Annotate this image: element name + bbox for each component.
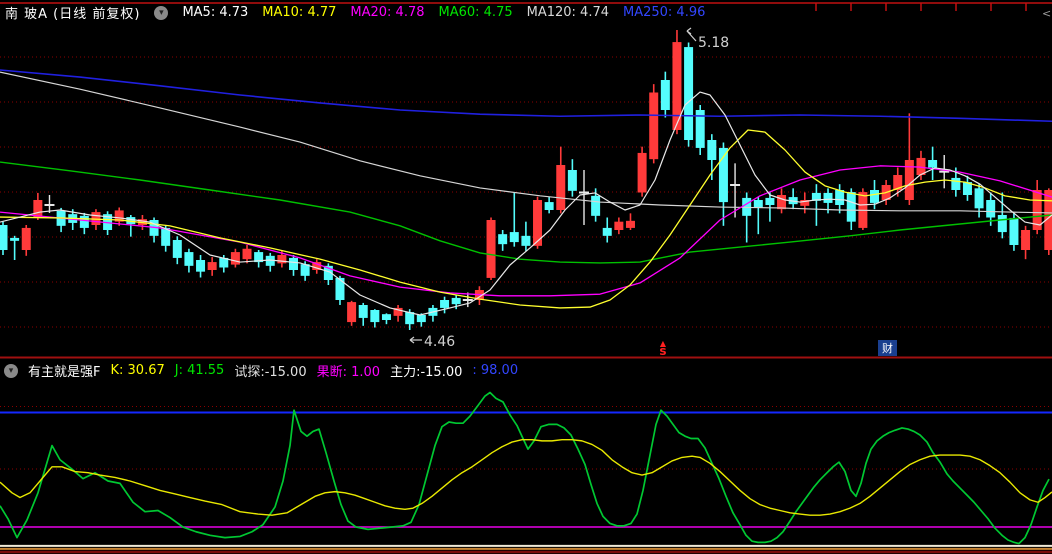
candle-body [823,192,833,203]
candle-body [498,234,508,245]
candle-body [347,302,357,323]
candle-body [370,310,380,323]
candle-body [974,188,984,209]
candle-body [904,160,914,201]
panel-series-K [0,439,1052,516]
money-marker-arrow-icon: ▲ [660,339,667,348]
wealth-badge-text: 财 [882,341,893,355]
ma20-label: MA20: 4.78 [350,5,425,20]
indicator-name[interactable]: 有主就是强F [28,361,100,380]
candle-body [649,92,659,160]
candle-body [509,232,519,243]
ma-line-MA250 [0,69,1052,123]
indicator-value-k: K: 30.67 [110,363,165,378]
indicator-value-zhuli: 主力:-15.00 [390,365,463,380]
indicator-value-shitan: 试探:-15.00 [234,365,307,380]
candle-body [440,300,450,308]
candle-body [10,237,20,241]
candle-body [660,80,670,111]
candle-body [381,314,391,321]
candle-body [521,235,531,246]
ma10-label: MA10: 4.77 [262,5,337,20]
indicator-value-j: J: 41.55 [174,363,225,378]
high-pointer-arrowhead [686,27,692,32]
candle-body [486,220,496,278]
candle-body [614,221,624,231]
stock-title[interactable]: 南 玻А (日线 前复权) [5,3,140,22]
candle-body [358,305,368,318]
candle-body [986,200,996,218]
ma-line-MA120 [0,71,1052,214]
candle-body [835,190,845,206]
corner-chevron-icon[interactable]: < [1042,7,1051,20]
candle-body [335,277,345,301]
candle-body [928,160,938,168]
indicator-header: ▾ 有主就是强F K: 30.67 J: 41.55 试探:-15.00 果断:… [4,361,518,380]
candle-body [846,192,856,222]
candle-body [997,215,1007,233]
candle-body [289,257,298,271]
indicator-value-98: : 98.00 [472,363,519,378]
candle-body [172,240,182,258]
candle-body [602,227,612,236]
candle-body [567,170,577,191]
panel-series-J [0,391,1050,545]
candle-body [684,47,694,141]
high-price-label: 5.18 [698,35,729,51]
candle-body [79,215,89,228]
chevron-down-icon[interactable]: ▾ [154,5,169,20]
candle-body [242,248,252,260]
candle-body [0,225,8,251]
ma250-label: MA250: 4.96 [623,5,706,20]
ma5-label: MA5: 4.73 [182,5,249,20]
ma-line-MA5 [0,91,1052,316]
candle-body [184,252,194,266]
indicator-chevron-down-icon[interactable]: ▾ [4,363,18,378]
candle-body [1021,230,1031,251]
stock-chart-canvas[interactable]: 5.184.46s▲ 财 [0,0,1052,554]
candle-body [21,227,31,251]
candle-body [591,195,601,216]
candle-body [1009,217,1019,246]
candle-body [777,195,787,210]
indicator-value-guoduan: 果断: 1.00 [316,365,381,380]
main-chart-header: 南 玻А (日线 前复权) ▾ MA5: 4.73 MA10: 4.77 MA2… [5,3,705,22]
candle-body [544,202,554,211]
candle-body [765,197,775,206]
candle-body [196,260,206,272]
ma120-label: MA120: 4.74 [526,5,609,20]
candle-body [556,165,566,211]
candle-body [625,220,635,228]
candle-body [416,315,426,323]
candle-body [870,190,879,203]
candle-body [637,152,647,193]
candle-body [230,252,240,265]
ma-line-MA10 [0,129,1052,309]
low-price-label: 4.46 [424,334,455,350]
candle-body [753,200,763,208]
candle-body [277,255,287,264]
candle-body [951,177,961,191]
candle-body [451,297,461,305]
candle-body [207,262,217,271]
candle-body [707,140,717,161]
ma60-label: MA60: 4.75 [438,5,513,20]
